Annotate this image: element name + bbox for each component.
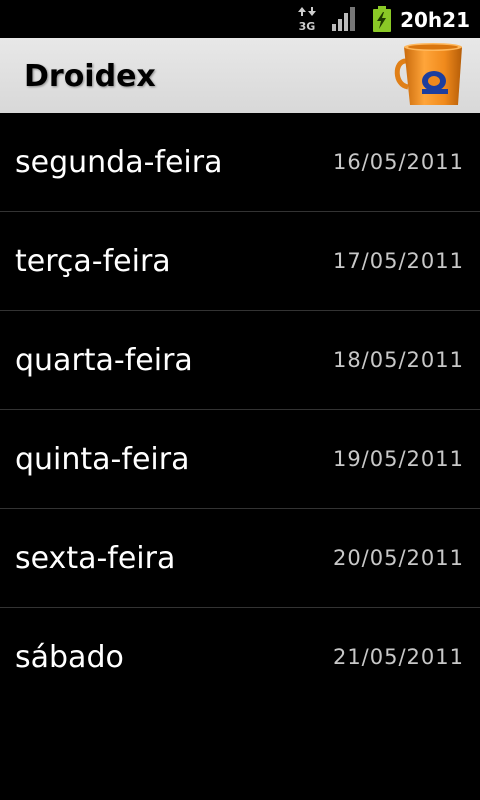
phone-screen: 3G 20h21 Droidex segunda-feira 16/05/201…	[0, 0, 480, 800]
day-list-item[interactable]: terça-feira 17/05/2011	[0, 212, 480, 311]
day-name-label: quinta-feira	[15, 442, 190, 477]
day-list-item[interactable]: quinta-feira 19/05/2011	[0, 410, 480, 509]
day-list-item[interactable]: sábado 21/05/2011	[0, 608, 480, 706]
3g-label: 3G	[299, 20, 316, 32]
title-bar: Droidex	[0, 38, 480, 113]
day-date-label: 18/05/2011	[332, 348, 464, 372]
day-list-item[interactable]: sexta-feira 20/05/2011	[0, 509, 480, 608]
mug-logo-icon	[394, 43, 462, 105]
day-name-label: sexta-feira	[15, 541, 176, 576]
day-name-label: quarta-feira	[15, 343, 193, 378]
day-date-label: 21/05/2011	[332, 645, 464, 669]
battery-charging-icon	[373, 6, 391, 32]
3g-data-icon: 3G	[298, 7, 316, 32]
day-name-label: segunda-feira	[15, 145, 223, 180]
day-date-label: 17/05/2011	[332, 249, 464, 273]
day-list-item[interactable]: quarta-feira 18/05/2011	[0, 311, 480, 410]
status-clock: 20h21	[400, 8, 470, 32]
day-name-label: terça-feira	[15, 244, 171, 279]
day-list-item[interactable]: segunda-feira 16/05/2011	[0, 113, 480, 212]
signal-strength-icon	[332, 7, 355, 31]
day-date-label: 20/05/2011	[332, 546, 464, 570]
day-date-label: 16/05/2011	[332, 150, 464, 174]
day-list: segunda-feira 16/05/2011 terça-feira 17/05/…	[0, 113, 480, 706]
day-date-label: 19/05/2011	[332, 447, 464, 471]
day-name-label: sábado	[15, 640, 124, 675]
status-bar: 3G 20h21	[0, 0, 480, 38]
app-title: Droidex	[24, 59, 156, 94]
